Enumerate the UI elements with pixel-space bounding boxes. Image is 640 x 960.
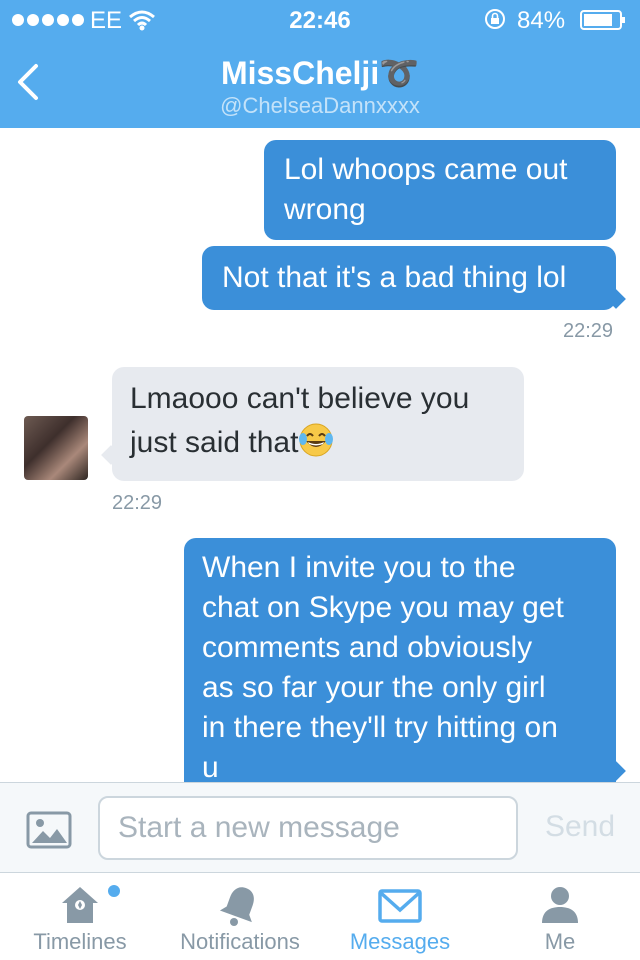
tab-me[interactable]: Me (480, 873, 640, 960)
message-line: Lmaooo can't believe you (130, 382, 470, 415)
message-line: comments and obviously (202, 631, 533, 664)
message-line: chat on Skype you may get (202, 591, 564, 624)
message-line: as so far your the only girl (202, 671, 546, 704)
contact-name: MissChelji (220, 55, 380, 91)
rotation-lock-icon (485, 9, 505, 29)
status-bar: EE 22:46 84% (0, 0, 640, 40)
incoming-message[interactable]: Lmaooo can't believe you just said that (112, 367, 524, 481)
compose-bar: Send (0, 782, 640, 872)
message-line: u (202, 751, 219, 782)
tab-label: Notifications (180, 929, 300, 954)
tab-label: Messages (349, 929, 451, 954)
message-line: just said that (130, 419, 506, 467)
message-line: Lol whoops came out (284, 153, 568, 186)
tears-of-joy-emoji-icon (299, 423, 334, 457)
message-line: Not that it's a bad thing lol (222, 261, 567, 294)
conversation-thread[interactable]: Lol whoops came out wrong Not that it's … (0, 128, 640, 782)
unread-indicator (108, 885, 120, 897)
message-timestamp: 22:29 (563, 320, 614, 342)
avatar[interactable] (24, 416, 88, 480)
tab-bar: Timelines Notifications Messages Me (0, 872, 640, 960)
message-timestamp: 22:29 (112, 492, 163, 514)
tab-timelines[interactable]: Timelines (0, 873, 160, 960)
contact-handle: @ChelseaDannxxxx (220, 93, 420, 118)
photo-icon[interactable] (26, 811, 72, 849)
outgoing-message[interactable]: Not that it's a bad thing lol (202, 246, 616, 310)
tab-messages[interactable]: Messages (320, 873, 480, 960)
tab-notifications[interactable]: Notifications (160, 873, 320, 960)
envelope-icon (378, 889, 422, 923)
message-line: in there they'll try hitting on (202, 711, 558, 744)
curly-loop-symbol: ➰ (379, 55, 420, 91)
header: EE 22:46 84% MissChelji➰ @ChelseaDannxxx… (0, 0, 640, 128)
home-icon (62, 887, 98, 923)
person-icon (542, 887, 578, 923)
battery-percentage: 84% (517, 7, 566, 34)
bell-icon (219, 887, 254, 926)
conversation-title: MissChelji➰ (0, 54, 640, 92)
message-input[interactable] (98, 796, 518, 860)
send-button[interactable]: Send (530, 805, 630, 849)
message-line: wrong (284, 193, 366, 226)
message-line: When I invite you to the (202, 551, 516, 584)
outgoing-message[interactable]: Lol whoops came out wrong (264, 140, 616, 240)
tab-label: Me (544, 929, 576, 954)
tab-label: Timelines (33, 929, 127, 954)
outgoing-message[interactable]: When I invite you to the chat on Skype y… (184, 538, 616, 782)
battery-icon (580, 10, 625, 30)
